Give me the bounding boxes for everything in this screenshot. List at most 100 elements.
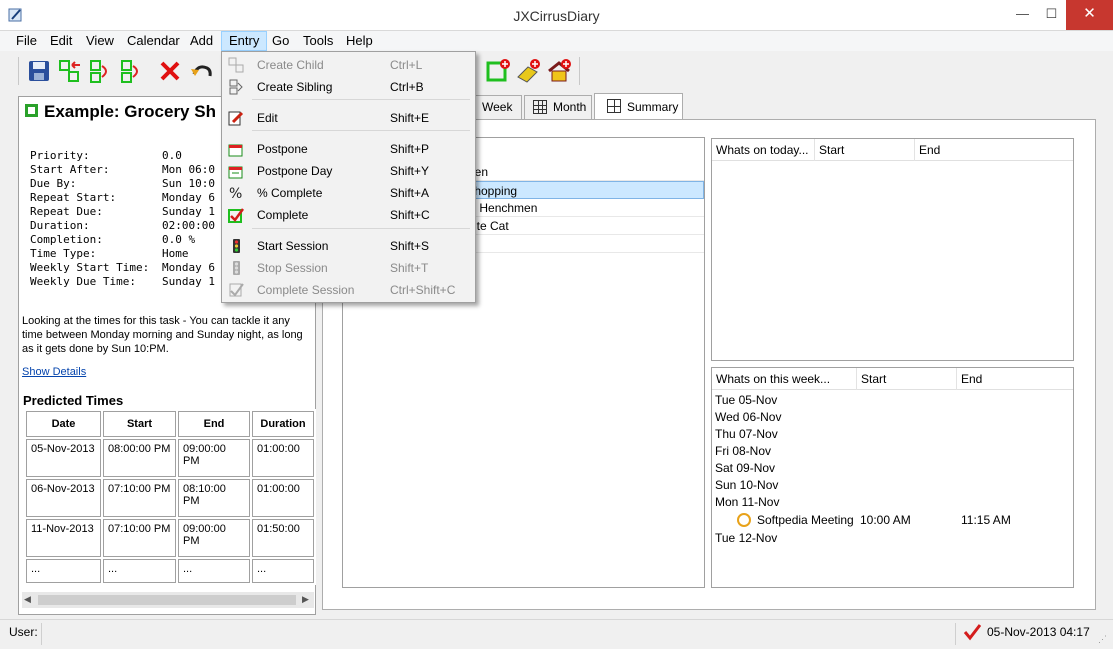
entry-menu-item[interactable]: Postpone Day Shift+Y (224, 160, 473, 182)
tab-month[interactable]: Month (524, 95, 592, 119)
menu-separator (252, 130, 470, 131)
calendar-grid-icon (533, 100, 547, 114)
menu-help[interactable]: Help (339, 31, 380, 51)
week-day-row[interactable]: Tue 12-Nov (715, 530, 1071, 547)
save-icon[interactable] (26, 58, 52, 84)
entry-menu-item[interactable]: Complete Session Ctrl+Shift+C (224, 279, 473, 301)
menu-tools[interactable]: Tools (296, 31, 340, 51)
event-start: 10:00 AM (860, 513, 911, 527)
col-header-date[interactable]: Date (26, 411, 101, 437)
menu-item-label: Stop Session (257, 261, 328, 275)
day-label: Sat 09-Nov (715, 461, 776, 475)
entry-menu-item[interactable]: Create Sibling Ctrl+B (224, 76, 473, 98)
tab-summary[interactable]: Summary (594, 93, 683, 120)
entry-menu-item[interactable]: Complete Shift+C (224, 204, 473, 226)
entry-menu-item[interactable]: Create Child Ctrl+L (224, 54, 473, 76)
menu-file[interactable]: File (9, 31, 44, 51)
entry-menu-item[interactable]: Postpone Shift+P (224, 138, 473, 160)
cell-end: 09:00:00 PM (178, 519, 250, 557)
table-row[interactable]: 11-Nov-2013 07:10:00 PM 09:00:00 PM 01:5… (26, 519, 314, 557)
predicted-times-table: Date Start End Duration 05-Nov-2013 08:0… (24, 409, 316, 585)
summary-grid-icon (607, 99, 621, 113)
maximize-button[interactable]: ☐ (1037, 0, 1066, 30)
cell-end: 09:00:00 PM (178, 439, 250, 477)
week-col-end[interactable]: End (957, 368, 1073, 390)
close-button[interactable]: ✕ (1066, 0, 1113, 30)
horizontal-scrollbar[interactable]: ◀ ▶ (22, 592, 314, 608)
week-day-row[interactable]: Tue 05-Nov (715, 392, 1071, 409)
menu-item-label: Create Child (257, 58, 324, 72)
week-day-row[interactable]: Sat 09-Nov (715, 460, 1071, 477)
scroll-right-icon[interactable]: ▶ (302, 594, 309, 605)
cell-date: 11-Nov-2013 (26, 519, 101, 557)
menu-item-label: Complete (257, 208, 309, 222)
today-col-start[interactable]: Start (815, 139, 915, 161)
new-sibling-icon[interactable] (88, 58, 114, 84)
menu-item-shortcut: Ctrl+Shift+C (390, 283, 456, 297)
entry-menu-item[interactable]: Start Session Shift+S (224, 235, 473, 257)
today-col-title[interactable]: Whats on today... (712, 139, 815, 161)
week-day-row[interactable]: Fri 08-Nov (715, 443, 1071, 460)
menu-go[interactable]: Go (265, 31, 296, 51)
entry-menu-item[interactable]: % % Complete Shift+A (224, 182, 473, 204)
scroll-left-icon[interactable]: ◀ (24, 594, 31, 605)
task-property-row: Due By: Sun 10:0 (30, 177, 216, 191)
tab-summary-label: Summary (627, 100, 679, 114)
today-col-end[interactable]: End (915, 139, 1073, 161)
complete-check-icon (963, 623, 982, 641)
new-child-icon[interactable] (57, 58, 83, 84)
show-details-link[interactable]: Show Details (22, 366, 86, 378)
menu-add[interactable]: Add (183, 31, 220, 51)
add-item-icon[interactable] (485, 58, 511, 84)
table-row[interactable]: 06-Nov-2013 07:10:00 PM 08:10:00 PM 01:0… (26, 479, 314, 517)
today-header: Whats on today... Start End (712, 139, 1073, 161)
start-session-icon (228, 238, 244, 254)
cell-date: 05-Nov-2013 (26, 439, 101, 477)
menu-edit[interactable]: Edit (43, 31, 79, 51)
table-row[interactable]: ... ... ... ... (26, 559, 314, 583)
resize-grip-icon[interactable]: ⋰ (1098, 634, 1107, 645)
cell-start: 07:10:00 PM (103, 479, 176, 517)
scroll-thumb[interactable] (38, 595, 296, 605)
property-key: Repeat Due: (30, 205, 103, 218)
entry-menu-item[interactable]: Stop Session Shift+T (224, 257, 473, 279)
week-event-row[interactable]: Softpedia Meeting 10:00 AM 11:15 AM (715, 512, 1071, 530)
week-col-start[interactable]: Start (857, 368, 957, 390)
property-value: Sunday 1 (162, 275, 215, 288)
task-property-row: Completion: 0.0 % (30, 233, 216, 247)
week-day-row[interactable]: Mon 11-Nov (715, 494, 1071, 511)
day-label: Tue 12-Nov (715, 531, 778, 545)
status-separator (41, 623, 42, 645)
new-link-icon[interactable] (119, 58, 145, 84)
col-header-end[interactable]: End (178, 411, 250, 437)
col-header-duration[interactable]: Duration (252, 411, 314, 437)
delete-icon[interactable] (157, 58, 183, 84)
menu-item-shortcut: Shift+C (390, 208, 430, 222)
minimize-button[interactable]: — (1008, 0, 1037, 30)
property-key: Weekly Start Time: (30, 261, 150, 274)
entry-menu-item[interactable]: Edit Shift+E (224, 107, 473, 129)
week-day-row[interactable]: Thu 07-Nov (715, 426, 1071, 443)
home-icon[interactable] (546, 58, 572, 84)
menu-item-shortcut: Shift+A (390, 186, 430, 200)
menu-item-label: Start Session (257, 239, 329, 253)
stop-session-icon (228, 260, 244, 276)
table-row[interactable]: 05-Nov-2013 08:00:00 PM 09:00:00 PM 01:0… (26, 439, 314, 477)
week-day-row[interactable]: Sun 10-Nov (715, 477, 1071, 494)
menu-view[interactable]: View (79, 31, 121, 51)
week-list: Tue 05-Nov Wed 06-Nov Thu 07-Nov Fri 08-Nov… (715, 392, 1071, 547)
create-child-icon (228, 57, 244, 73)
task-status-icon (25, 104, 38, 117)
menu-entry[interactable]: Entry (221, 31, 268, 51)
edit-note-icon[interactable] (515, 58, 541, 84)
week-col-title[interactable]: Whats on this week... (712, 368, 857, 390)
week-day-row[interactable]: Wed 06-Nov (715, 409, 1071, 426)
col-header-start[interactable]: Start (103, 411, 176, 437)
menu-separator (252, 99, 470, 100)
task-property-row: Repeat Due: Sunday 1 (30, 205, 216, 219)
week-header: Whats on this week... Start End (712, 368, 1073, 390)
cell-start: ... (103, 559, 176, 583)
menu-calendar[interactable]: Calendar (120, 31, 187, 51)
cell-date: ... (26, 559, 101, 583)
undo-icon[interactable] (188, 58, 214, 84)
